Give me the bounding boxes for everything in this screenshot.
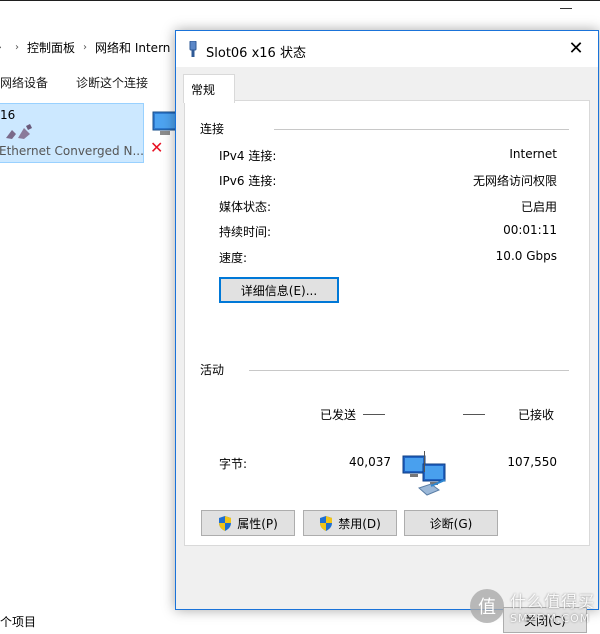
row-ipv4: IPv4 连接: Internet <box>219 147 557 165</box>
media-state-value: 已启用 <box>520 200 557 214</box>
sent-label: 已发送 <box>320 408 357 422</box>
row-media-state: 媒体状态: 已启用 <box>219 198 557 216</box>
received-dash <box>463 414 485 415</box>
cmd-diagnose-connection[interactable]: 诊断这个连接 <box>76 74 148 91</box>
disable-button[interactable]: 禁用(D) <box>303 510 397 536</box>
watermark-brand-en: SMZDM.COM <box>510 611 591 625</box>
ipv6-value: 无网络访问权限 <box>472 174 557 188</box>
received-label: 已接收 <box>518 408 555 422</box>
watermark: 值 什么值得买 SMZDM.COM <box>470 582 598 630</box>
network-cable-icon <box>6 124 32 139</box>
connection-heading: 连接 <box>200 122 225 136</box>
sent-dash <box>363 414 385 415</box>
ipv4-label: IPv4 连接: <box>219 149 277 163</box>
tab-general-label: 常规 <box>191 83 216 97</box>
uac-shield-icon <box>219 515 232 531</box>
status-dialog: Slot06 x16 状态 ✕ 常规 连接 IPv4 连接: Internet … <box>175 30 599 633</box>
cmd-network-devices[interactable]: 网络设备 <box>0 74 48 91</box>
details-button[interactable]: 详细信息(E)... <box>219 277 339 303</box>
row-duration: 持续时间: 00:01:11 <box>219 223 557 241</box>
speed-value: 10.0 Gbps <box>495 249 557 263</box>
properties-label: 属性(P) <box>237 516 278 531</box>
general-tab-panel: 连接 IPv4 连接: Internet IPv6 连接: 无网络访问权限 媒体… <box>184 100 590 546</box>
ipv4-value: Internet <box>509 147 557 161</box>
speed-label: 速度: <box>219 251 248 265</box>
network-adapter-icon[interactable] <box>150 110 178 140</box>
chevron-right-icon: › <box>15 41 19 53</box>
disconnected-x-icon: ✕ <box>150 138 164 157</box>
chevron-right-icon: › <box>83 41 88 53</box>
brand-logo-icon: 值 <box>470 589 504 623</box>
network-adapter-item[interactable]: 16 Ethernet Converged N... <box>0 103 144 163</box>
connection-divider <box>274 129 569 130</box>
duration-label: 持续时间: <box>219 225 272 239</box>
navigation-arrow-icon: › <box>0 39 7 55</box>
disable-label: 禁用(D) <box>338 516 381 531</box>
window-top-border <box>0 0 600 1</box>
activity-divider <box>249 370 569 371</box>
network-activity-icon <box>402 455 446 496</box>
bytes-received-value: 107,550 <box>507 455 557 469</box>
minimize-icon[interactable] <box>560 8 572 9</box>
duration-value: 00:01:11 <box>503 223 557 237</box>
activity-separator <box>424 451 425 472</box>
watermark-text: 什么值得买 SMZDM.COM <box>510 588 595 625</box>
ipv6-label: IPv6 连接: <box>219 174 277 188</box>
tab-general[interactable]: 常规 <box>183 74 235 103</box>
diagnose-button[interactable]: 诊断(G) <box>404 510 498 536</box>
row-speed: 速度: 10.0 Gbps <box>219 249 557 267</box>
dialog-client-area: 常规 连接 IPv4 连接: Internet IPv6 连接: 无网络访问权限… <box>176 67 598 633</box>
bytes-label: 字节: <box>219 457 248 471</box>
breadcrumb-control-panel[interactable]: 控制面板 <box>27 39 75 56</box>
close-icon[interactable]: ✕ <box>564 37 588 61</box>
dialog-title: Slot06 x16 状态 <box>206 46 306 61</box>
uac-shield-icon <box>320 515 333 531</box>
adapter-name: 16 <box>0 108 16 122</box>
network-plug-icon <box>189 41 197 57</box>
adapter-description: Ethernet Converged N... <box>0 144 144 158</box>
dialog-titlebar[interactable]: Slot06 x16 状态 ✕ <box>176 31 598 67</box>
breadcrumb-network[interactable]: 网络和 Intern <box>95 39 170 56</box>
row-ipv6: IPv6 连接: 无网络访问权限 <box>219 172 557 190</box>
status-bar-text: 个项目 <box>0 615 37 629</box>
media-state-label: 媒体状态: <box>219 200 272 214</box>
watermark-brand-cn: 什么值得买 <box>510 591 596 611</box>
bytes-sent-value: 40,037 <box>349 455 391 469</box>
properties-button[interactable]: 属性(P) <box>201 510 295 536</box>
activity-heading: 活动 <box>200 363 225 377</box>
